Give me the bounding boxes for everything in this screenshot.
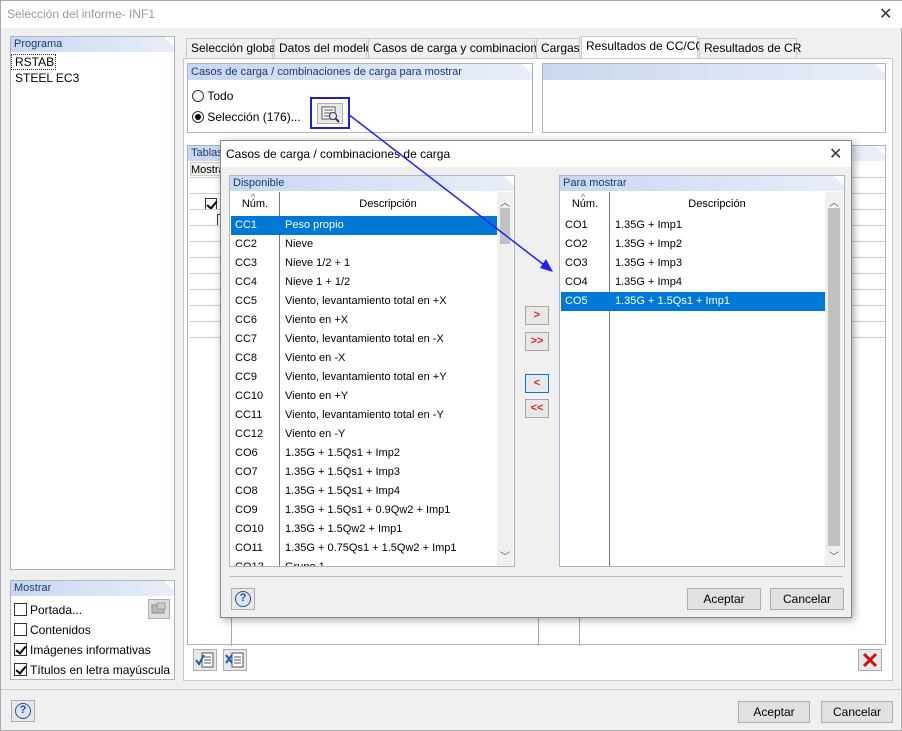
callout-arrow <box>347 113 553 272</box>
